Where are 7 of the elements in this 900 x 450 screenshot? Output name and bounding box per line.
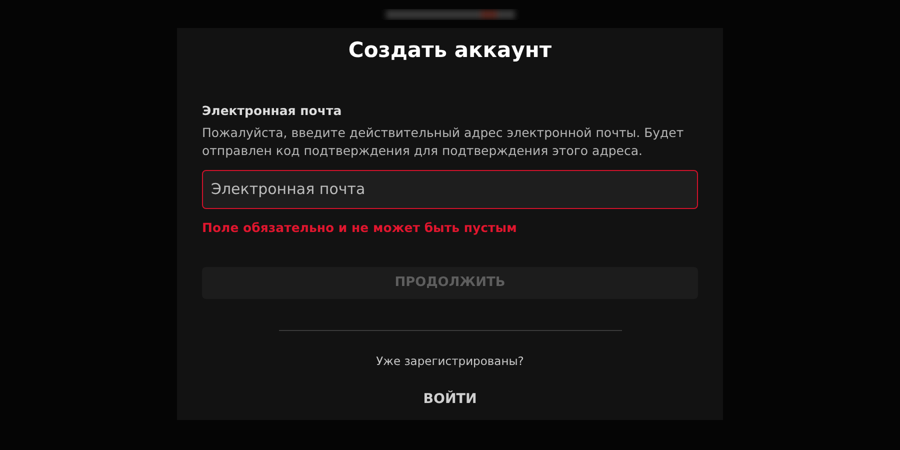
hint-text: Пожалуйста, введите действительный адрес электронной почты. Будет отправлен код подтверждения для подтверждения этого адреса. [202,124,685,160]
login-prompt: Уже зарегистрированы? [375,352,525,370]
form-title: Создать аккаунт [347,37,553,64]
error-message: Поле обязательно и не может быть пустым [202,218,518,237]
field-label: Электронная почта [202,102,343,120]
login-button[interactable]: ВОЙТИ [417,388,483,410]
email-field[interactable]: Электронная почта [202,170,698,209]
